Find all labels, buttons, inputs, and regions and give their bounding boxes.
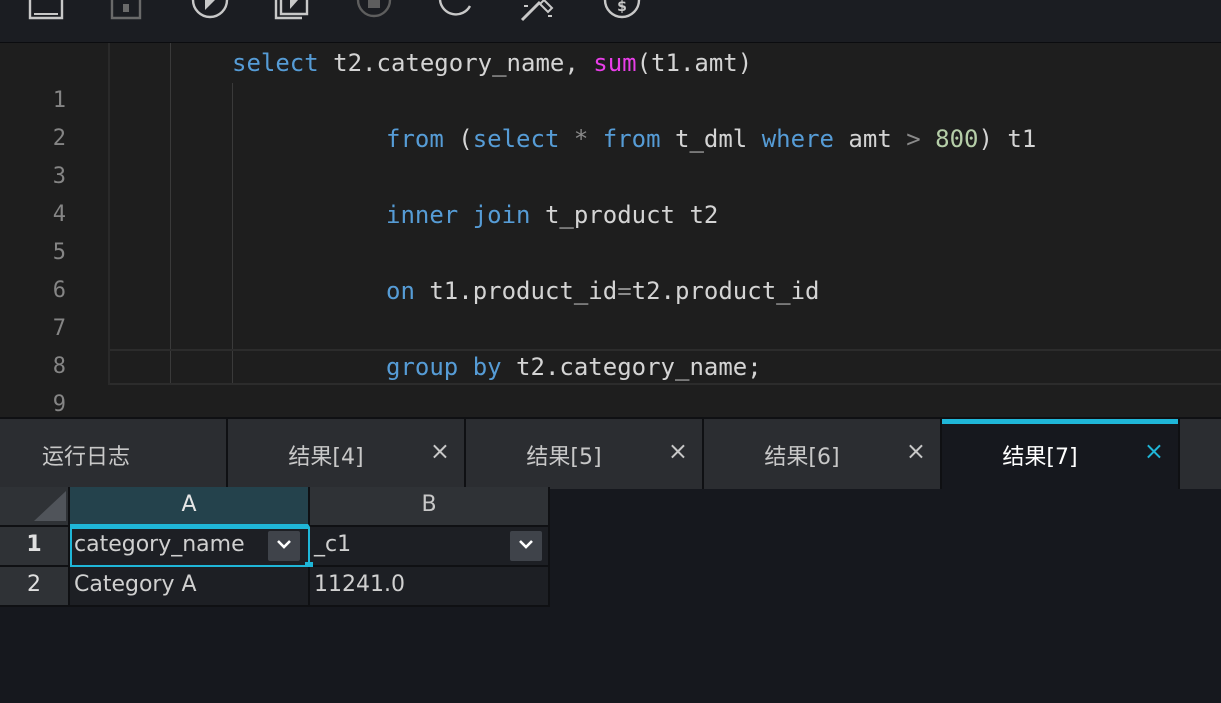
grid-cell-b2[interactable]: 11241.0 [310,567,550,607]
cell-value: _c1 [314,532,352,557]
tab-result-7[interactable]: 结果[7] × [942,419,1180,489]
tab-label: 结果[5] [526,445,602,470]
refresh-icon[interactable] [436,0,476,22]
grid-cell-b1[interactable]: _c1 [310,527,550,567]
code-text: on t1.product_id=t2.product_id [386,277,820,305]
line-number: 9 [52,392,66,417]
code-line-2[interactable]: 2 [0,82,1221,151]
chevron-down-icon[interactable] [510,531,542,561]
tab-result-6[interactable]: 结果[6] × [704,419,942,489]
cell-value: category_name [74,532,245,557]
column-header-a[interactable]: A [70,487,310,527]
run-all-icon[interactable] [272,0,312,22]
code-text: inner join t_product t2 [386,201,719,229]
row-header-1[interactable]: 1 [0,527,70,567]
select-all-corner[interactable] [0,487,70,527]
close-icon[interactable]: × [430,437,450,465]
code-line-3[interactable]: 3 from (select * from t_dml where amt > … [0,120,1221,189]
code-line-1[interactable]: 1 select t2.category_name, sum(t1.amt) [0,44,1221,113]
code-text: from (select * from t_dml where amt > 80… [386,125,1037,153]
svg-text:$: $ [617,0,627,15]
tab-label: 结果[4] [288,445,364,470]
sql-editor[interactable]: 1 select t2.category_name, sum(t1.amt) 2… [0,43,1221,417]
code-line-8[interactable]: 8 [0,310,1221,379]
code-line-4[interactable]: 4 [0,158,1221,227]
code-line-6[interactable]: 6 [0,234,1221,303]
row-header-2[interactable]: 2 [0,567,70,607]
magic-wand-icon[interactable] [518,0,558,22]
code-text: group by t2.category_name; [386,353,762,381]
tab-label: 结果[7] [1002,445,1078,470]
stop-icon[interactable] [354,0,394,22]
code-line-9[interactable]: 9 group by t2.category_name; [0,348,1221,417]
grid-cell-a1[interactable]: category_name [70,527,310,567]
run-icon[interactable] [190,0,230,22]
code-line-7[interactable]: 7 on t1.product_id=t2.product_id [0,272,1221,341]
close-icon[interactable]: × [1144,437,1164,465]
close-icon[interactable]: × [906,437,926,465]
tab-run-log[interactable]: 运行日志 [0,419,228,489]
close-icon[interactable]: × [668,437,688,465]
tab-result-5[interactable]: 结果[5] × [466,419,704,489]
column-header-b[interactable]: B [310,487,550,527]
tab-result-4[interactable]: 结果[4] × [228,419,466,489]
code-line-5[interactable]: 5 inner join t_product t2 [0,196,1221,265]
chevron-down-icon[interactable] [268,531,300,561]
toolbar: $ [0,0,1221,43]
cost-icon[interactable]: $ [602,0,642,22]
result-tabs: 运行日志 结果[4] × 结果[5] × 结果[6] × 结果[7] × [0,417,1221,489]
tab-label: 结果[6] [764,445,840,470]
active-tab-indicator [942,419,1178,424]
save-icon[interactable] [26,0,66,22]
grid-cell-a2[interactable]: Category A [70,567,310,607]
tab-label: 运行日志 [42,445,131,470]
format-icon[interactable] [106,0,146,22]
code-text: select t2.category_name, sum(t1.amt) [232,49,753,77]
